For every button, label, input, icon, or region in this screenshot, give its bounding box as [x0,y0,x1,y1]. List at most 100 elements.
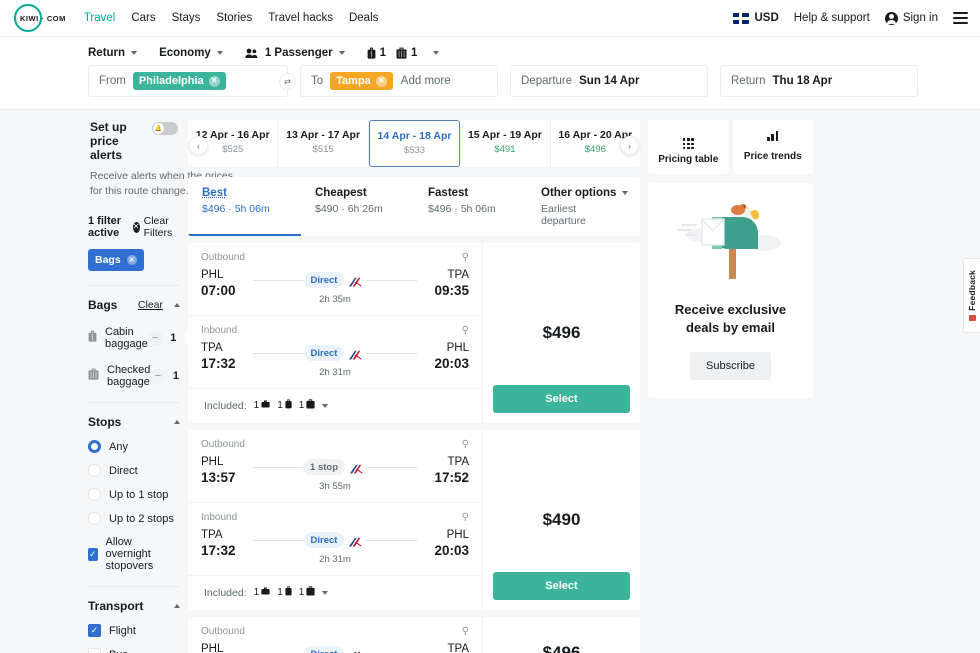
chevron-down-icon[interactable] [322,591,328,595]
tab-other-options[interactable]: Other options Earliest departure [527,177,640,236]
carousel-date-cell[interactable]: 15 Apr - 19 Apr $491 [460,120,550,167]
nav-item-stories[interactable]: Stories [216,12,252,24]
nav-item-travel-hacks[interactable]: Travel hacks [268,12,333,24]
carousel-date-cell[interactable]: 13 Apr - 17 Apr $515 [278,120,368,167]
bags-clear-button[interactable]: Clear [138,299,163,311]
destination-field[interactable]: To Tampa ✕ Add more [300,65,498,97]
pricing-table-button[interactable]: Pricing table [648,120,729,174]
transport-option-flight[interactable]: ✓ Flight [88,624,180,637]
checked-baggage-decrement[interactable]: − [150,369,165,384]
cabin-baggage-value: 1 [170,332,177,344]
active-filter-chips: Bags ✕ [88,249,180,271]
trip-type-label: Return [88,47,125,59]
passengers-selector[interactable]: 1 Passenger [245,47,345,59]
origin-code: PHL [201,643,253,653]
date-carousel: ‹ 12 Apr - 16 Apr $525 13 Apr - 17 Apr $… [188,120,640,167]
tab-label: Other options [541,187,622,199]
radio-icon [88,464,101,477]
add-more-destination[interactable]: Add more [401,75,451,87]
swap-places-button[interactable]: ⇄ [279,73,296,90]
origin-field[interactable]: From Philadelphia ✕ [88,65,288,97]
pin-icon[interactable]: ⚲ [462,439,469,450]
origin-remove-icon[interactable]: ✕ [209,76,220,87]
destination-tag[interactable]: Tampa ✕ [330,72,393,90]
tab-label: Best [202,187,301,199]
chevron-down-icon[interactable] [622,191,628,195]
sign-in-button[interactable]: Sign in [885,12,938,25]
filter-chip-label: Bags [95,254,121,266]
included-baggage-row[interactable]: Included: 1 1 [188,388,482,423]
search-bar: Return Economy 1 Passenger 1 [0,37,980,110]
bar-chart-icon [767,131,778,141]
flight-result-card[interactable]: Outbound ⚲ PHL 07:00 Direct [188,243,640,423]
destination-remove-icon[interactable]: ✕ [376,76,387,87]
cabin-bag-icon [367,47,376,59]
nav-item-deals[interactable]: Deals [349,12,378,24]
destination-value: Tampa [336,75,371,87]
included-baggage-row[interactable]: Included: 1 1 [188,575,482,610]
select-button[interactable]: Select [493,572,630,600]
nav-item-travel[interactable]: Travel [84,12,116,24]
leg-duration: 2h 31m [319,554,351,565]
cabin-baggage-decrement[interactable]: − [148,331,163,346]
currency-selector[interactable]: USD [733,12,778,24]
cabin-bag-count: 1 [380,47,386,59]
stops-option-label: Up to 1 stop [109,489,168,501]
pin-icon[interactable]: ⚲ [462,325,469,336]
price-tools: Pricing table Price trends [648,120,813,174]
leg-title: Outbound [201,626,245,637]
stops-option-up-to-2[interactable]: Up to 2 stops [88,512,180,525]
carousel-date-price: $515 [280,144,365,155]
search-fields-row: From Philadelphia ✕ ⇄ To Tampa ✕ Add mor… [0,65,980,97]
return-date-field[interactable]: Return Thu 18 Apr [720,65,918,97]
filter-chip-bags[interactable]: Bags ✕ [88,249,144,271]
select-button[interactable]: Select [493,385,630,413]
flight-result-card[interactable]: Outbound ⚲ PHL 10:30 Direct [188,617,640,653]
allow-overnight-stopovers[interactable]: ✓ Allow overnight stopovers [88,536,180,572]
carousel-next-button[interactable]: › [620,136,639,155]
included-personal-item: 1 [254,587,271,598]
subscribe-button[interactable]: Subscribe [690,352,771,380]
carousel-prev-button[interactable]: ‹ [189,136,208,155]
nav-item-cars[interactable]: Cars [131,12,155,24]
tab-fastest[interactable]: Fastest $496 · 5h 06m [414,177,527,236]
chevron-down-icon [339,51,345,55]
kiwi-logo[interactable]: KIWI · COM [8,4,66,32]
pin-icon[interactable]: ⚲ [462,626,469,637]
bags-section-header[interactable]: Bags Clear [88,298,180,312]
transport-section-header[interactable]: Transport [88,599,180,613]
chip-remove-icon[interactable]: ✕ [127,255,137,265]
feedback-tab[interactable]: Feedback [963,258,980,333]
tab-best[interactable]: Best $496 · 5h 06m [188,177,301,236]
chevron-up-icon[interactable] [174,604,180,608]
origin-tag[interactable]: Philadelphia ✕ [133,72,226,90]
trip-type-selector[interactable]: Return [88,47,137,59]
flight-result-card[interactable]: Outbound ⚲ PHL 13:57 1 stop [188,430,640,610]
stops-option-up-to-1[interactable]: Up to 1 stop [88,488,180,501]
nav-item-stays[interactable]: Stays [172,12,201,24]
pin-icon[interactable]: ⚲ [462,252,469,263]
carousel-date-cell-selected[interactable]: 14 Apr - 18 Apr $533 [369,120,460,167]
cabin-class-selector[interactable]: Economy [159,47,223,59]
departure-date-field[interactable]: Departure Sun 14 Apr [510,65,708,97]
airline-logo-icon [348,275,362,286]
chevron-up-icon[interactable] [174,303,180,307]
chevron-down-icon[interactable] [322,404,328,408]
chevron-up-icon[interactable] [174,420,180,424]
stops-option-direct[interactable]: Direct [88,464,180,477]
leg-title: Outbound [201,252,245,263]
search-options-row: Return Economy 1 Passenger 1 [0,43,980,65]
bags-selector[interactable]: 1 1 [367,47,440,59]
help-support-link[interactable]: Help & support [794,12,870,24]
tab-cheapest[interactable]: Cheapest $490 · 6h 26m [301,177,414,236]
hamburger-menu-icon[interactable] [953,12,968,23]
stops-badge: Direct [304,532,345,548]
stops-option-any[interactable]: Any [88,440,180,453]
stops-section-header[interactable]: Stops [88,415,180,429]
price-alerts-toggle[interactable]: 🔔 [152,122,178,135]
price-trends-button[interactable]: Price trends [733,120,814,174]
pin-icon[interactable]: ⚲ [462,512,469,523]
clear-filters-button[interactable]: ✕ Clear Filters [133,215,180,239]
transport-option-bus[interactable]: Bus [88,648,180,653]
checked-baggage-label: Checked baggage [107,364,150,388]
